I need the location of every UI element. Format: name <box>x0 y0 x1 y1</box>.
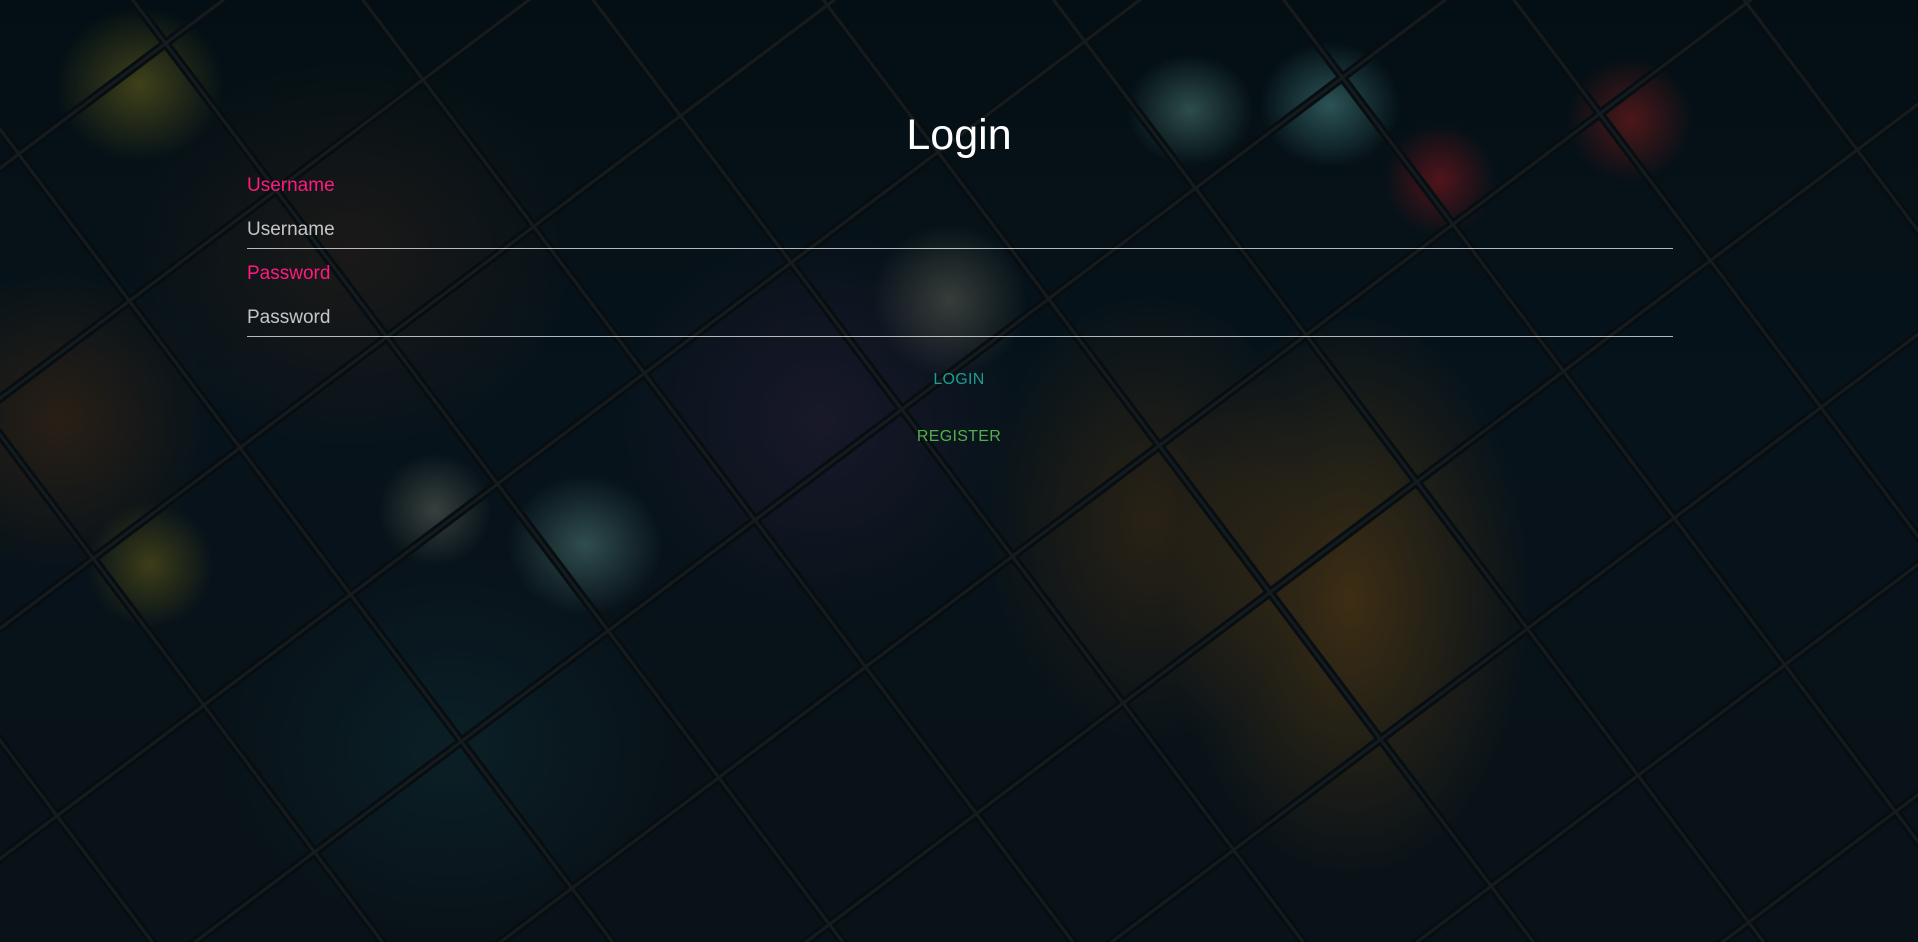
password-label: Password <box>247 263 331 284</box>
register-button[interactable]: REGISTER <box>894 421 1024 453</box>
login-page: Login Username Password LOGIN REGISTER <box>0 0 1918 942</box>
login-button[interactable]: LOGIN <box>909 364 1009 396</box>
username-label: Username <box>247 175 335 196</box>
username-input[interactable] <box>247 212 1673 249</box>
page-title: Login <box>906 111 1012 159</box>
password-input[interactable] <box>247 300 1673 337</box>
